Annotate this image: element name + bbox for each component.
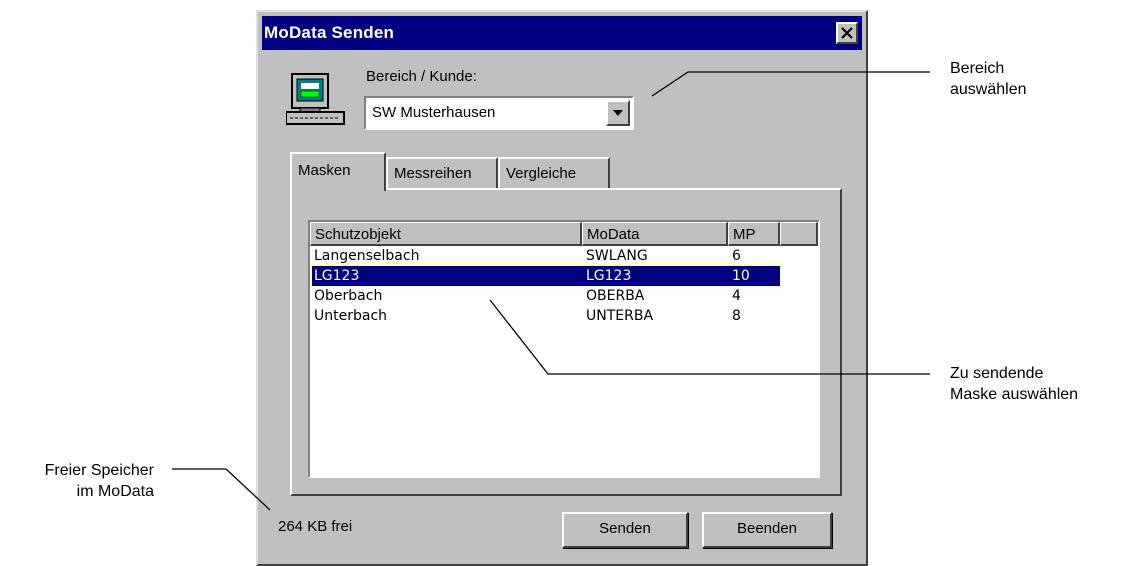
bereich-kunde-select[interactable]: SW Musterhausen	[364, 96, 634, 130]
cell-modata: OBERBA	[586, 288, 645, 304]
send-button[interactable]: Senden	[562, 512, 688, 548]
table-row[interactable]: Unterbach UNTERBA 8	[310, 306, 818, 326]
tab-messreihen[interactable]: Messreihen	[386, 157, 498, 189]
list-body: Langenselbach SWLANG 6 LG123 LG123 10 Ob…	[310, 246, 818, 326]
tab-masken[interactable]: Masken	[290, 152, 386, 191]
cell-modata: LG123	[586, 268, 632, 284]
column-header-modata[interactable]: MoData	[582, 222, 728, 246]
dropdown-button[interactable]	[606, 100, 630, 126]
annotation-bereich-line1: Bereich	[950, 60, 1005, 77]
cell-schutzobjekt: Langenselbach	[314, 248, 420, 264]
cell-mp: 6	[732, 248, 741, 264]
cell-schutzobjekt: Unterbach	[314, 308, 388, 324]
annotation-bereich-line2: auswählen	[950, 81, 1027, 98]
cell-mp: 10	[732, 268, 750, 284]
annotation-maske-line2: Maske auswählen	[950, 386, 1079, 403]
masken-panel: Schutzobjekt MoData MP Langenselbach SWL…	[290, 188, 842, 496]
bereich-kunde-label: Bereich / Kunde:	[366, 68, 477, 85]
computer-icon	[286, 73, 345, 125]
close-button[interactable]	[836, 22, 858, 44]
cell-mp: 4	[732, 288, 741, 304]
column-header-empty[interactable]	[780, 222, 818, 246]
cell-modata: SWLANG	[586, 248, 648, 264]
tab-vergleiche[interactable]: Vergleiche	[498, 157, 610, 189]
annotation-speicher-line1: Freier Speicher	[44, 462, 154, 479]
table-row-selected[interactable]: LG123 LG123 10	[310, 265, 818, 287]
list-header: Schutzobjekt MoData MP	[310, 222, 818, 246]
bereich-kunde-value: SW Musterhausen	[372, 104, 496, 121]
modata-senden-dialog: MoData Senden Bereich / Kunde: SW Muster…	[256, 10, 868, 566]
table-row[interactable]: Langenselbach SWLANG 6	[310, 246, 818, 266]
annotation-maske: Zu sendende Maske auswählen	[950, 363, 1078, 405]
table-row[interactable]: Oberbach OBERBA 4	[310, 286, 818, 306]
cell-modata: UNTERBA	[586, 308, 654, 324]
cell-schutzobjekt: Oberbach	[314, 288, 383, 304]
free-memory-status: 264 KB frei	[278, 518, 353, 535]
column-header-mp[interactable]: MP	[728, 222, 780, 246]
cell-mp: 8	[732, 308, 741, 324]
masken-list[interactable]: Schutzobjekt MoData MP Langenselbach SWL…	[308, 220, 820, 478]
annotation-speicher: Freier Speicher im MoData	[10, 460, 154, 502]
annotation-speicher-line2: im MoData	[76, 483, 154, 500]
cell-schutzobjekt: LG123	[314, 268, 360, 284]
annotation-maske-line1: Zu sendende	[950, 365, 1044, 382]
selection-highlight	[311, 265, 781, 287]
title-bar[interactable]: MoData Senden	[262, 16, 862, 50]
annotation-bereich: Bereich auswählen	[950, 58, 1027, 100]
column-header-schutzobjekt[interactable]: Schutzobjekt	[310, 222, 582, 246]
exit-button[interactable]: Beenden	[702, 512, 832, 548]
chevron-down-icon	[613, 110, 623, 116]
window-title: MoData Senden	[264, 23, 395, 42]
close-icon	[841, 27, 853, 39]
